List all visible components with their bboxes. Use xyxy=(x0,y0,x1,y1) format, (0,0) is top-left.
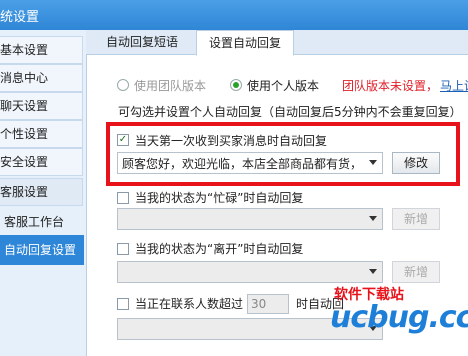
setup-now-link[interactable]: 马上设 xyxy=(440,77,468,94)
modify-button[interactable]: 修改 xyxy=(392,152,440,174)
sidebar-item-messages[interactable]: 消息中心 xyxy=(0,64,83,92)
tab-set-auto-reply[interactable]: 设置自动回复 xyxy=(196,30,295,56)
busy-label: 当我的状态为“忙碌”时自动回复 xyxy=(135,191,304,205)
chevron-down-icon xyxy=(369,216,377,221)
contacts-count-value: 30 xyxy=(251,297,267,311)
first-message-label: 当天第一次收到买家消息时自动回复 xyxy=(135,134,328,148)
watermark-logo: ucbug.cc xyxy=(330,300,468,335)
away-label: 当我的状态为“离开”时自动回复 xyxy=(135,242,304,256)
busy-checkbox[interactable] xyxy=(117,192,129,204)
contacts-count-stepper[interactable]: 30 xyxy=(247,294,289,314)
sidebar-item-personal[interactable]: 个性设置 xyxy=(0,120,83,148)
window-title: 统设置 xyxy=(0,10,40,25)
sidebar-item-basic[interactable]: 基本设置 xyxy=(0,36,83,64)
away-checkbox[interactable] xyxy=(117,243,129,255)
team-version-radio[interactable] xyxy=(117,79,129,91)
tab-bar: 自动回复短语 设置自动回复 xyxy=(86,30,468,56)
sidebar-item-chat[interactable]: 聊天设置 xyxy=(0,92,83,120)
sidebar-item-service[interactable]: 客服设置 xyxy=(0,178,83,206)
chevron-down-icon xyxy=(369,269,377,274)
sidebar-item-security[interactable]: 安全设置 xyxy=(0,148,83,176)
busy-reply-select[interactable] xyxy=(117,208,383,230)
first-message-checkbox[interactable]: ✓ xyxy=(117,134,129,146)
sidebar-item-workbench[interactable]: 客服工作台 xyxy=(4,213,64,230)
description-text: 可勾选并设置个人自动回复（自动回复后5分钟内不会重复回复） xyxy=(118,105,462,119)
busy-add-button[interactable]: 新增 xyxy=(392,208,440,230)
team-version-label: 使用团队版本 xyxy=(134,79,207,93)
team-notice: 团队版本未设置， xyxy=(342,79,439,93)
first-message-reply-value: 顾客您好，欢迎光临，本店全部商品都有货， xyxy=(122,157,363,171)
personal-version-radio[interactable] xyxy=(230,79,242,91)
personal-version-label: 使用个人版本 xyxy=(247,79,320,93)
sidebar: 基本设置 消息中心 聊天设置 个性设置 安全设置 客服设置 客服工作台 自动回复… xyxy=(0,30,87,356)
sidebar-item-auto-reply[interactable]: 自动回复设置 xyxy=(0,235,84,265)
contacts-label-prefix: 当正在联系人数超过 xyxy=(135,297,244,311)
contacts-checkbox[interactable] xyxy=(117,298,129,310)
chevron-down-icon xyxy=(369,160,377,165)
tab-auto-reply-phrases[interactable]: 自动回复短语 xyxy=(106,30,178,54)
away-reply-select[interactable] xyxy=(117,261,383,283)
away-add-button[interactable]: 新增 xyxy=(392,261,440,283)
title-bar: 统设置 xyxy=(0,0,468,30)
first-message-reply-select[interactable]: 顾客您好，欢迎光临，本店全部商品都有货， xyxy=(117,152,383,174)
